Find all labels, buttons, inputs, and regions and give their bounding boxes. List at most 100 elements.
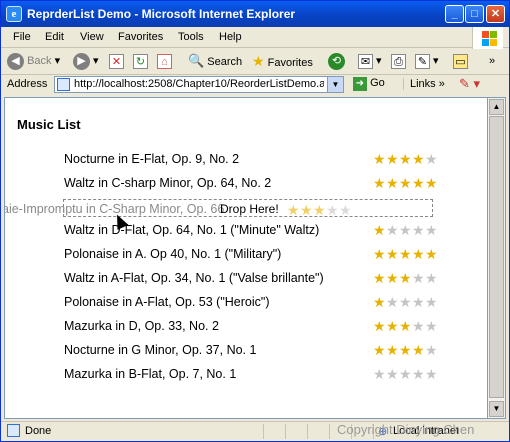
rating-star-icon[interactable]: ★	[386, 271, 399, 285]
rating-star-icon[interactable]: ★	[425, 367, 438, 381]
rating-star-icon[interactable]: ★	[386, 343, 399, 357]
list-item[interactable]: Waltz in C-sharp Minor, Op. 64, No. 2 ★★★…	[64, 174, 442, 192]
rating-star-icon[interactable]: ★	[425, 152, 438, 166]
back-button[interactable]: ◀ Back ▾	[7, 51, 60, 71]
rating-star-icon[interactable]: ★	[373, 271, 386, 285]
list-item-title: Waltz in D-Flat, Op. 64, No. 1 ("Minute"…	[64, 223, 320, 237]
links-button[interactable]: Links »	[403, 78, 445, 90]
rating-star-icon[interactable]: ★	[399, 176, 412, 190]
list-item[interactable]: Waltz in A-Flat, Op. 34, No. 1 ("Valse b…	[64, 269, 442, 287]
rating[interactable]: ★★★★★	[373, 152, 438, 166]
rating-star-icon[interactable]: ★	[425, 343, 438, 357]
menu-edit[interactable]: Edit	[45, 31, 64, 43]
rating-star-icon[interactable]: ★	[412, 176, 425, 190]
rating-star-icon[interactable]: ★	[386, 367, 399, 381]
rating-star-icon[interactable]: ★	[399, 343, 412, 357]
rating[interactable]: ★★★★★	[373, 367, 438, 381]
rating-star-icon[interactable]: ★	[425, 319, 438, 333]
scroll-down-icon[interactable]: ▼	[489, 401, 504, 417]
history-button[interactable]: ⟲	[328, 51, 345, 71]
page-icon	[57, 78, 70, 91]
rating-star-icon[interactable]: ★	[412, 271, 425, 285]
address-input[interactable]: http://localhost:2508/Chapter10/ReorderL…	[54, 76, 344, 93]
rating-star-icon[interactable]: ★	[412, 223, 425, 237]
rating-star-icon[interactable]: ★	[399, 319, 412, 333]
list-item[interactable]: Nocturne in E-Flat, Op. 9, No. 2 ★★★★★	[64, 150, 442, 168]
rating[interactable]: ★★★★★	[373, 176, 438, 190]
menu-help[interactable]: Help	[219, 31, 242, 43]
list-item[interactable]: Polonaise in A-Flat, Op. 53 ("Heroic") ★★…	[64, 293, 442, 311]
address-url[interactable]: http://localhost:2508/Chapter10/ReorderL…	[74, 78, 324, 90]
home-button[interactable]: ⌂	[157, 51, 172, 71]
rating-star-icon[interactable]: ★	[399, 223, 412, 237]
rating-star-icon[interactable]: ★	[399, 247, 412, 261]
rating-star-icon[interactable]: ★	[373, 319, 386, 333]
rating-star-icon[interactable]: ★	[412, 247, 425, 261]
rating[interactable]: ★★★★★	[373, 295, 438, 309]
list-item[interactable]: Mazurka in B-Flat, Op. 7, No. 1 ★★★★★	[64, 365, 442, 383]
rating-star-icon[interactable]: ★	[412, 367, 425, 381]
rating-star-icon[interactable]: ★	[412, 343, 425, 357]
rating-star-icon[interactable]: ★	[373, 176, 386, 190]
rating-star-icon[interactable]: ★	[373, 152, 386, 166]
scrollbar-thumb[interactable]	[489, 116, 504, 398]
pdf-icon[interactable]: ✎ ▾	[459, 76, 480, 92]
rating-star-icon[interactable]: ★	[399, 271, 412, 285]
menu-tools[interactable]: Tools	[178, 31, 204, 43]
list-item[interactable]: Mazurka in D, Op. 33, No. 2 ★★★★★	[64, 317, 442, 335]
edit-button[interactable]: ✎ ▾	[415, 51, 439, 71]
favorites-button[interactable]: ★ Favorites	[252, 51, 313, 71]
rating-star-icon[interactable]: ★	[412, 319, 425, 333]
rating-star-icon[interactable]: ★	[425, 176, 438, 190]
vertical-scrollbar[interactable]: ▲ ▼	[488, 97, 506, 419]
close-button[interactable]: ✕	[486, 5, 505, 23]
title-bar[interactable]: e ReprderList Demo - Microsoft Internet …	[1, 1, 509, 27]
minimize-button[interactable]: _	[445, 5, 464, 23]
rating[interactable]: ★★★★★	[373, 247, 438, 261]
rating-star-icon[interactable]: ★	[412, 295, 425, 309]
go-button[interactable]: ➜ Go	[353, 77, 385, 91]
rating-star-icon[interactable]: ★	[373, 367, 386, 381]
rating[interactable]: ★★★★★	[373, 343, 438, 357]
rating-star-icon[interactable]: ★	[386, 295, 399, 309]
rating-star-icon[interactable]: ★	[399, 295, 412, 309]
rating-star-icon[interactable]: ★	[399, 152, 412, 166]
forward-arrow-icon: ▶	[73, 52, 90, 70]
maximize-button[interactable]: □	[465, 5, 484, 23]
menu-favorites[interactable]: Favorites	[118, 31, 163, 43]
rating-star-icon[interactable]: ★	[386, 319, 399, 333]
forward-button[interactable]: ▶ ▾	[73, 51, 99, 71]
discuss-icon: ▭	[453, 53, 468, 69]
rating-star-icon[interactable]: ★	[386, 247, 399, 261]
rating-star-icon[interactable]: ★	[399, 367, 412, 381]
menu-file[interactable]: File	[13, 31, 31, 43]
rating[interactable]: ★★★★★	[373, 223, 438, 237]
stop-button[interactable]: ✕	[109, 51, 124, 71]
address-dropdown-icon[interactable]: ▼	[327, 77, 343, 92]
rating-star-icon[interactable]: ★	[373, 343, 386, 357]
menu-view[interactable]: View	[80, 31, 104, 43]
rating-star-icon[interactable]: ★	[425, 295, 438, 309]
list-item[interactable]: Polonaise in A. Op 40, No. 1 ("Military"…	[64, 245, 442, 263]
rating-star-icon[interactable]: ★	[425, 247, 438, 261]
rating-star-icon[interactable]: ★	[425, 223, 438, 237]
rating-star-icon[interactable]: ★	[386, 223, 399, 237]
rating-star-icon[interactable]: ★	[386, 176, 399, 190]
rating-star-icon[interactable]: ★	[425, 271, 438, 285]
rating[interactable]: ★★★★★	[373, 319, 438, 333]
rating-star-icon[interactable]: ★	[386, 152, 399, 166]
print-button[interactable]: ⎙	[391, 51, 406, 71]
rating-star-icon[interactable]: ★	[373, 295, 386, 309]
toolbar-overflow-icon[interactable]: »	[489, 51, 495, 71]
rating-star-icon[interactable]: ★	[373, 247, 386, 261]
list-item[interactable]: Nocturne in G Minor, Op. 37, No. 1 ★★★★★	[64, 341, 442, 359]
search-button[interactable]: 🔍 Search	[188, 51, 242, 71]
rating-star-icon[interactable]: ★	[412, 152, 425, 166]
rating[interactable]: ★★★★★	[373, 271, 438, 285]
browser-window: e ReprderList Demo - Microsoft Internet …	[0, 0, 510, 442]
mail-button[interactable]: ✉ ▾	[358, 51, 382, 71]
scroll-up-icon[interactable]: ▲	[489, 99, 504, 115]
discuss-button[interactable]: ▭	[453, 51, 468, 71]
refresh-button[interactable]: ↻	[133, 51, 148, 71]
rating-star-icon[interactable]: ★	[373, 223, 386, 237]
